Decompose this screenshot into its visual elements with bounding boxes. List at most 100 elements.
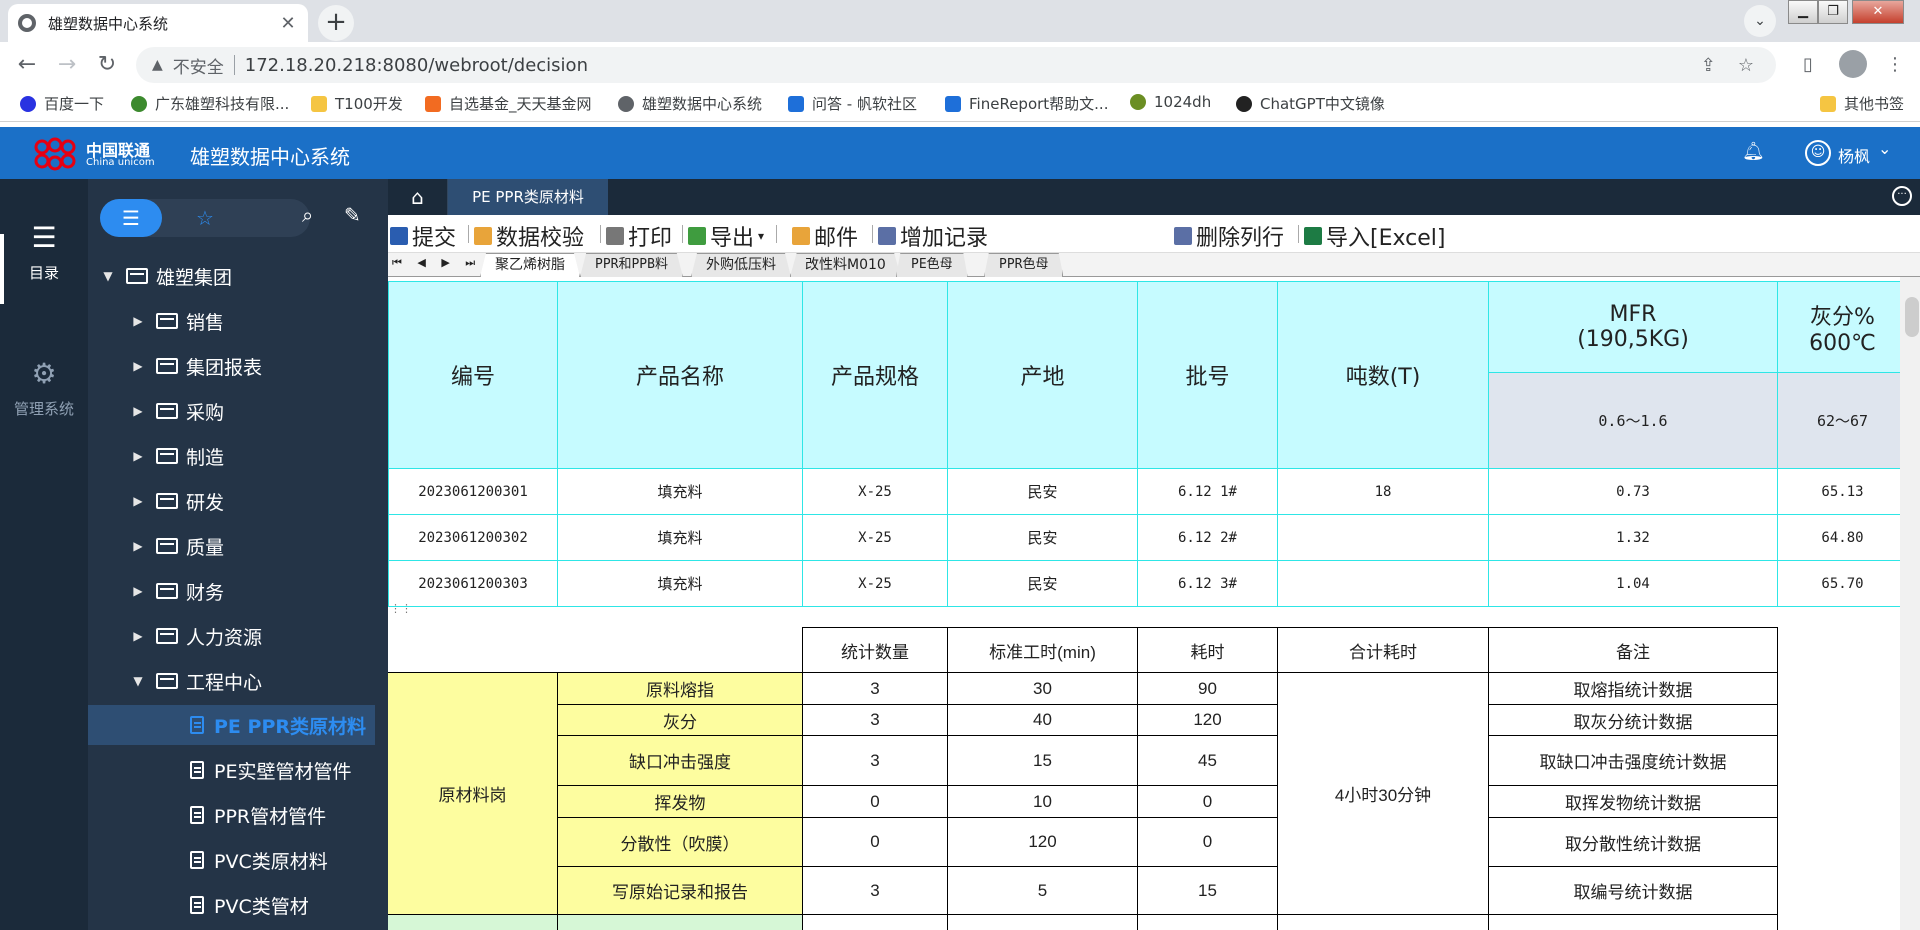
bookmark-item[interactable]: FineReport帮助文... (945, 93, 1108, 114)
tree-node-folder[interactable]: ▶ 人力资源 (88, 616, 388, 656)
tree-node-report[interactable]: PVC类原材料 (88, 840, 388, 880)
stats-qty-cell[interactable]: 3 (802, 672, 948, 705)
stats-qty-cell[interactable]: 0 (802, 817, 948, 867)
data-cell[interactable] (1278, 515, 1489, 561)
sheet-tab[interactable]: 改性料M010 (790, 253, 901, 277)
tree-node-folder[interactable]: ▶ 质量 (88, 526, 388, 566)
data-cell[interactable]: 6.12 2# (1138, 515, 1278, 561)
stats-qty-cell[interactable]: 3 (802, 704, 948, 736)
stats-std-cell[interactable]: 40 (947, 704, 1138, 736)
bookmark-item[interactable]: 问答 - 帆软社区 (788, 93, 917, 114)
data-cell[interactable]: 6.12 1# (1138, 469, 1278, 515)
print-button[interactable]: 打印 (606, 220, 672, 252)
data-cell[interactable]: 2023061200302 (388, 515, 558, 561)
browser-tab[interactable]: 雄塑数据中心系统 ✕ (8, 4, 308, 42)
data-cell[interactable]: 1.04 (1489, 561, 1778, 607)
bookmark-item[interactable]: 雄塑数据中心系统 (618, 93, 762, 114)
home-icon[interactable]: ⌂ (388, 179, 448, 215)
rail-item-catalog[interactable]: ☰ 目录 (0, 221, 88, 283)
rail-item-admin[interactable]: ⚙ 管理系统 (0, 357, 88, 419)
stats-qty-cell[interactable]: 0 (802, 785, 948, 818)
data-cell[interactable]: 民安 (948, 561, 1138, 607)
mail-button[interactable]: 邮件 (792, 220, 858, 252)
search-icon[interactable]: ⌕ (302, 203, 313, 227)
tree-node-report[interactable]: PE实壁管材管件 (88, 750, 388, 790)
tree-node-report[interactable]: PVC类管材 (88, 885, 388, 925)
user-icon[interactable]: ☺ (1805, 140, 1831, 166)
star-icon[interactable]: ☆ (180, 199, 230, 237)
tree-node-folder[interactable]: ▶ 集团报表 (88, 346, 388, 386)
sheet-tab[interactable]: 外购低压料 (691, 253, 791, 277)
stats-std-cell[interactable]: 15 (947, 735, 1138, 786)
sheet-tab[interactable]: 聚乙烯树脂 (480, 253, 580, 277)
stats-std-cell[interactable]: 10 (947, 785, 1138, 818)
more-options-icon[interactable]: ··· (1892, 186, 1912, 206)
tree-node-folder[interactable]: ▶ 采购 (88, 391, 388, 431)
data-cell[interactable]: 民安 (948, 515, 1138, 561)
tree-node-report[interactable]: PPR管材管件 (88, 795, 388, 835)
address-bar[interactable]: ▲ 不安全 172.18.20.218:8080/webroot/decisio… (136, 47, 1776, 83)
bell-icon[interactable]: 🔔︎ (1742, 141, 1765, 162)
stats-qty-cell[interactable]: 3 (802, 866, 948, 915)
close-window-button[interactable]: ✕ (1852, 0, 1904, 24)
drag-handle-icon[interactable]: ⋮⋮ (390, 602, 412, 615)
close-tab-icon[interactable]: ✕ (278, 13, 298, 34)
not-secure-label[interactable]: 不安全 (173, 53, 224, 78)
bookmark-item[interactable]: 广东雄塑科技有限... (131, 93, 289, 114)
data-cell[interactable]: 65.70 (1778, 561, 1900, 607)
user-name[interactable]: 杨枫 (1838, 143, 1870, 167)
export-button[interactable]: 导出 ▾ (688, 220, 764, 252)
url-text[interactable]: 172.18.20.218:8080/webroot/decision (245, 55, 1701, 76)
bookmark-item[interactable]: ChatGPT中文镜像 (1236, 93, 1385, 114)
data-cell[interactable]: 1.32 (1489, 515, 1778, 561)
data-cell[interactable]: 6.12 3# (1138, 561, 1278, 607)
tree-node-root[interactable]: ▼ 雄塑集团 (88, 256, 388, 296)
bookmark-item[interactable]: 百度一下 (20, 93, 104, 114)
data-cell[interactable]: 填充料 (558, 561, 803, 607)
chevron-down-icon[interactable]: ⌄ (1878, 139, 1891, 158)
data-cell[interactable]: X-25 (803, 469, 948, 515)
data-cell[interactable]: 18 (1278, 469, 1489, 515)
data-cell[interactable]: 64.80 (1778, 515, 1900, 561)
bookmark-item[interactable]: 自选基金_天天基金网 (425, 93, 592, 114)
unpin-icon[interactable]: ✎ (344, 203, 361, 227)
tree-node-folder[interactable]: ▶ 财务 (88, 571, 388, 611)
reload-icon[interactable]: ↻ (92, 50, 122, 80)
other-bookmarks[interactable]: 其他书签 (1820, 93, 1904, 114)
profile-avatar-icon[interactable] (1839, 50, 1867, 78)
data-cell[interactable] (1278, 561, 1489, 607)
data-cell[interactable]: 填充料 (558, 469, 803, 515)
menu-dots-icon[interactable]: ⋮ (1886, 54, 1904, 75)
sheet-tab[interactable]: PE色母 (896, 253, 968, 277)
submit-button[interactable]: 提交 (390, 220, 456, 252)
tree-node-folder[interactable]: ▼ 工程中心 (88, 661, 388, 701)
add-record-button[interactable]: 增加记录 (878, 220, 988, 252)
share-icon[interactable]: ⇪ (1701, 55, 1716, 76)
stats-std-cell[interactable]: 30 (947, 672, 1138, 705)
data-cell[interactable]: 2023061200301 (388, 469, 558, 515)
scrollbar-thumb[interactable] (1905, 297, 1919, 337)
data-cell[interactable]: X-25 (803, 515, 948, 561)
bookmark-item[interactable]: 1024dh (1130, 93, 1211, 111)
stats-qty-cell[interactable]: 3 (802, 735, 948, 786)
data-cell[interactable]: X-25 (803, 561, 948, 607)
import-excel-button[interactable]: 导入[Excel] (1304, 220, 1445, 252)
tree-node-report-active[interactable]: PE PPR类原材料 (88, 705, 375, 745)
sheet-tab[interactable]: PPR色母 (984, 253, 1064, 277)
data-cell[interactable]: 2023061200303 (388, 561, 558, 607)
stats-std-cell[interactable]: 120 (947, 817, 1138, 867)
sheet-navigation-arrows-icon[interactable]: ⏮ ◀ ▶ ⏭ (392, 256, 481, 270)
back-arrow-icon[interactable]: ← (12, 50, 42, 80)
tab-search-chevron-icon[interactable]: ⌄ (1744, 5, 1776, 37)
restore-window-button[interactable]: ❐ (1818, 0, 1848, 24)
sheet-tab[interactable]: PPR和PPB料 (580, 253, 683, 277)
data-cell[interactable]: 民安 (948, 469, 1138, 515)
stats-std-cell[interactable]: 5 (947, 866, 1138, 915)
tree-node-folder[interactable]: ▶ 研发 (88, 481, 388, 521)
bookmark-star-icon[interactable]: ☆ (1738, 55, 1754, 76)
content-tab-active[interactable]: PE PPR类原材料 (448, 179, 608, 215)
validate-button[interactable]: 数据校验 (474, 220, 584, 252)
side-panel-icon[interactable]: ▯ (1803, 54, 1813, 75)
list-view-icon[interactable]: ☰ (100, 199, 162, 237)
new-tab-button[interactable]: + (318, 5, 354, 41)
